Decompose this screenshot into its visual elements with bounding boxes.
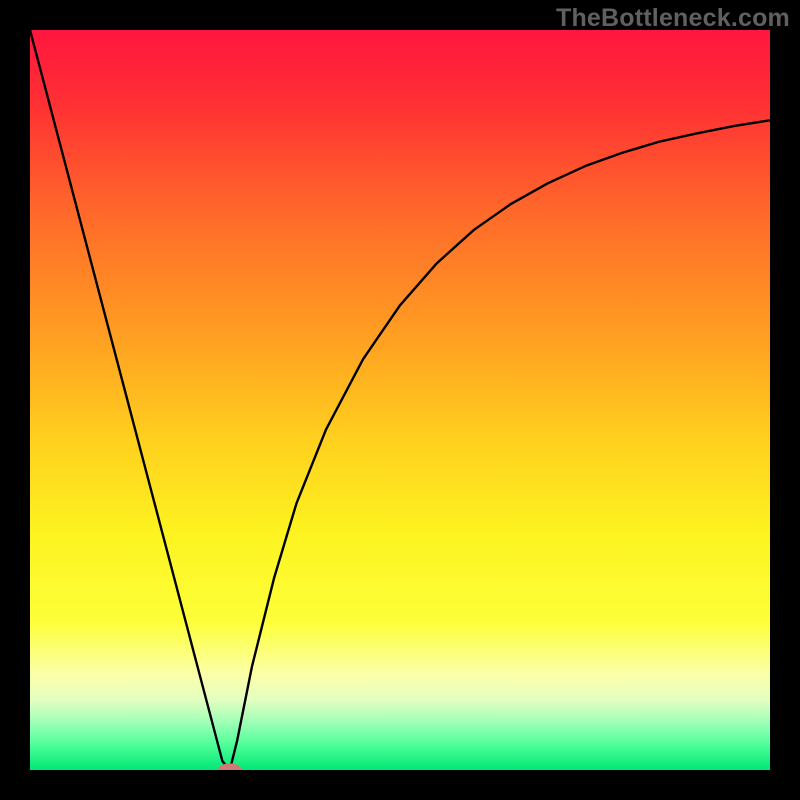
- chart-frame: TheBottleneck.com: [0, 0, 800, 800]
- watermark-text: TheBottleneck.com: [556, 4, 790, 33]
- plot-area: [30, 30, 770, 770]
- chart-svg: [30, 30, 770, 770]
